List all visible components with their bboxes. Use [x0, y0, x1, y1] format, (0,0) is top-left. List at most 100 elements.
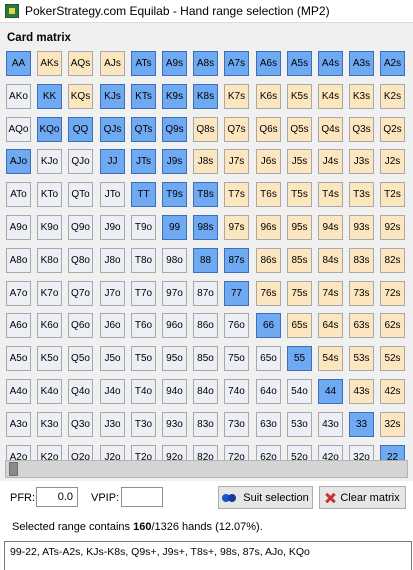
- hand-cell-q5s[interactable]: Q5s: [287, 117, 312, 142]
- hand-cell-a9s[interactable]: A9s: [162, 51, 187, 76]
- hand-cell-44[interactable]: 44: [318, 379, 343, 404]
- hand-cell-ako[interactable]: AKo: [6, 84, 31, 109]
- hand-cell-a6o[interactable]: A6o: [6, 313, 31, 338]
- hand-cell-aa[interactable]: AA: [6, 51, 31, 76]
- hand-cell-95s[interactable]: 95s: [287, 215, 312, 240]
- hand-cell-94o[interactable]: 94o: [162, 379, 187, 404]
- hand-cell-j6o[interactable]: J6o: [100, 313, 125, 338]
- hand-cell-t9o[interactable]: T9o: [131, 215, 156, 240]
- hand-cell-t7o[interactable]: T7o: [131, 281, 156, 306]
- hand-cell-q4s[interactable]: Q4s: [318, 117, 343, 142]
- hand-cell-j7s[interactable]: J7s: [224, 149, 249, 174]
- hand-cell-63s[interactable]: 63s: [349, 313, 374, 338]
- hand-cell-k9o[interactable]: K9o: [37, 215, 62, 240]
- hand-cell-72s[interactable]: 72s: [380, 281, 405, 306]
- hand-cell-t2s[interactable]: T2s: [380, 182, 405, 207]
- hand-cell-74o[interactable]: 74o: [224, 379, 249, 404]
- hand-cell-j9o[interactable]: J9o: [100, 215, 125, 240]
- hand-cell-jts[interactable]: JTs: [131, 149, 156, 174]
- hand-cell-98s[interactable]: 98s: [193, 215, 218, 240]
- hand-cell-a4o[interactable]: A4o: [6, 379, 31, 404]
- hand-cell-85o[interactable]: 85o: [193, 346, 218, 371]
- clear-matrix-button[interactable]: Clear matrix: [319, 486, 406, 509]
- hand-cell-q6s[interactable]: Q6s: [256, 117, 281, 142]
- hand-cell-qq[interactable]: QQ: [68, 117, 93, 142]
- hand-cell-j3s[interactable]: J3s: [349, 149, 374, 174]
- hand-cell-q8s[interactable]: Q8s: [193, 117, 218, 142]
- hand-cell-t4s[interactable]: T4s: [318, 182, 343, 207]
- hand-cell-87o[interactable]: 87o: [193, 281, 218, 306]
- hand-cell-k5o[interactable]: K5o: [37, 346, 62, 371]
- hand-cell-a3o[interactable]: A3o: [6, 412, 31, 437]
- hand-cell-53s[interactable]: 53s: [349, 346, 374, 371]
- hand-cell-75s[interactable]: 75s: [287, 281, 312, 306]
- hand-cell-65o[interactable]: 65o: [256, 346, 281, 371]
- hand-cell-74s[interactable]: 74s: [318, 281, 343, 306]
- hand-cell-k6s[interactable]: K6s: [256, 84, 281, 109]
- hand-cell-65s[interactable]: 65s: [287, 313, 312, 338]
- range-text-field[interactable]: 99-22, ATs-A2s, KJs-K8s, Q9s+, J9s+, T8s…: [4, 541, 412, 570]
- hand-cell-a2s[interactable]: A2s: [380, 51, 405, 76]
- hand-cell-k4s[interactable]: K4s: [318, 84, 343, 109]
- hand-cell-64s[interactable]: 64s: [318, 313, 343, 338]
- hand-cell-t8s[interactable]: T8s: [193, 182, 218, 207]
- hand-cell-66[interactable]: 66: [256, 313, 281, 338]
- hand-cell-t5s[interactable]: T5s: [287, 182, 312, 207]
- hand-cell-j7o[interactable]: J7o: [100, 281, 125, 306]
- hand-cell-k3s[interactable]: K3s: [349, 84, 374, 109]
- hand-cell-k7o[interactable]: K7o: [37, 281, 62, 306]
- hand-cell-t4o[interactable]: T4o: [131, 379, 156, 404]
- hand-cell-52s[interactable]: 52s: [380, 346, 405, 371]
- hand-cell-qto[interactable]: QTo: [68, 182, 93, 207]
- hand-cell-a3s[interactable]: A3s: [349, 51, 374, 76]
- hand-cell-t3s[interactable]: T3s: [349, 182, 374, 207]
- hand-cell-96s[interactable]: 96s: [256, 215, 281, 240]
- hand-cell-96o[interactable]: 96o: [162, 313, 187, 338]
- hand-cell-t6s[interactable]: T6s: [256, 182, 281, 207]
- hand-cell-86s[interactable]: 86s: [256, 248, 281, 273]
- hand-cell-32s[interactable]: 32s: [380, 412, 405, 437]
- hand-cell-93o[interactable]: 93o: [162, 412, 187, 437]
- hand-cell-j8o[interactable]: J8o: [100, 248, 125, 273]
- hand-cell-88[interactable]: 88: [193, 248, 218, 273]
- hand-cell-k6o[interactable]: K6o: [37, 313, 62, 338]
- hand-cell-tt[interactable]: TT: [131, 182, 156, 207]
- hand-cell-q5o[interactable]: Q5o: [68, 346, 93, 371]
- hand-cell-97s[interactable]: 97s: [224, 215, 249, 240]
- hand-cell-k8s[interactable]: K8s: [193, 84, 218, 109]
- hand-cell-a8o[interactable]: A8o: [6, 248, 31, 273]
- hand-cell-k2s[interactable]: K2s: [380, 84, 405, 109]
- hand-cell-55[interactable]: 55: [287, 346, 312, 371]
- hand-cell-kqo[interactable]: KQo: [37, 117, 62, 142]
- hand-cell-a6s[interactable]: A6s: [256, 51, 281, 76]
- hand-cell-t8o[interactable]: T8o: [131, 248, 156, 273]
- hand-cell-64o[interactable]: 64o: [256, 379, 281, 404]
- hand-cell-a7s[interactable]: A7s: [224, 51, 249, 76]
- hand-cell-93s[interactable]: 93s: [349, 215, 374, 240]
- hand-cell-54o[interactable]: 54o: [287, 379, 312, 404]
- vpip-input[interactable]: [121, 487, 163, 507]
- hand-cell-kjo[interactable]: KJo: [37, 149, 62, 174]
- hand-cell-a9o[interactable]: A9o: [6, 215, 31, 240]
- hand-cell-qts[interactable]: QTs: [131, 117, 156, 142]
- hand-cell-q3o[interactable]: Q3o: [68, 412, 93, 437]
- hand-cell-j5o[interactable]: J5o: [100, 346, 125, 371]
- hand-cell-q6o[interactable]: Q6o: [68, 313, 93, 338]
- hand-cell-q4o[interactable]: Q4o: [68, 379, 93, 404]
- hand-cell-k5s[interactable]: K5s: [287, 84, 312, 109]
- pfr-input[interactable]: [36, 487, 78, 507]
- hand-cell-53o[interactable]: 53o: [287, 412, 312, 437]
- hand-cell-q3s[interactable]: Q3s: [349, 117, 374, 142]
- hand-cell-t9s[interactable]: T9s: [162, 182, 187, 207]
- hand-cell-92s[interactable]: 92s: [380, 215, 405, 240]
- hand-cell-jto[interactable]: JTo: [100, 182, 125, 207]
- hand-cell-qjo[interactable]: QJo: [68, 149, 93, 174]
- hand-cell-43o[interactable]: 43o: [318, 412, 343, 437]
- hand-cell-t7s[interactable]: T7s: [224, 182, 249, 207]
- hand-cell-aks[interactable]: AKs: [37, 51, 62, 76]
- hand-cell-ajo[interactable]: AJo: [6, 149, 31, 174]
- hand-cell-j3o[interactable]: J3o: [100, 412, 125, 437]
- hand-cell-a7o[interactable]: A7o: [6, 281, 31, 306]
- hand-cell-76s[interactable]: 76s: [256, 281, 281, 306]
- hand-cell-54s[interactable]: 54s: [318, 346, 343, 371]
